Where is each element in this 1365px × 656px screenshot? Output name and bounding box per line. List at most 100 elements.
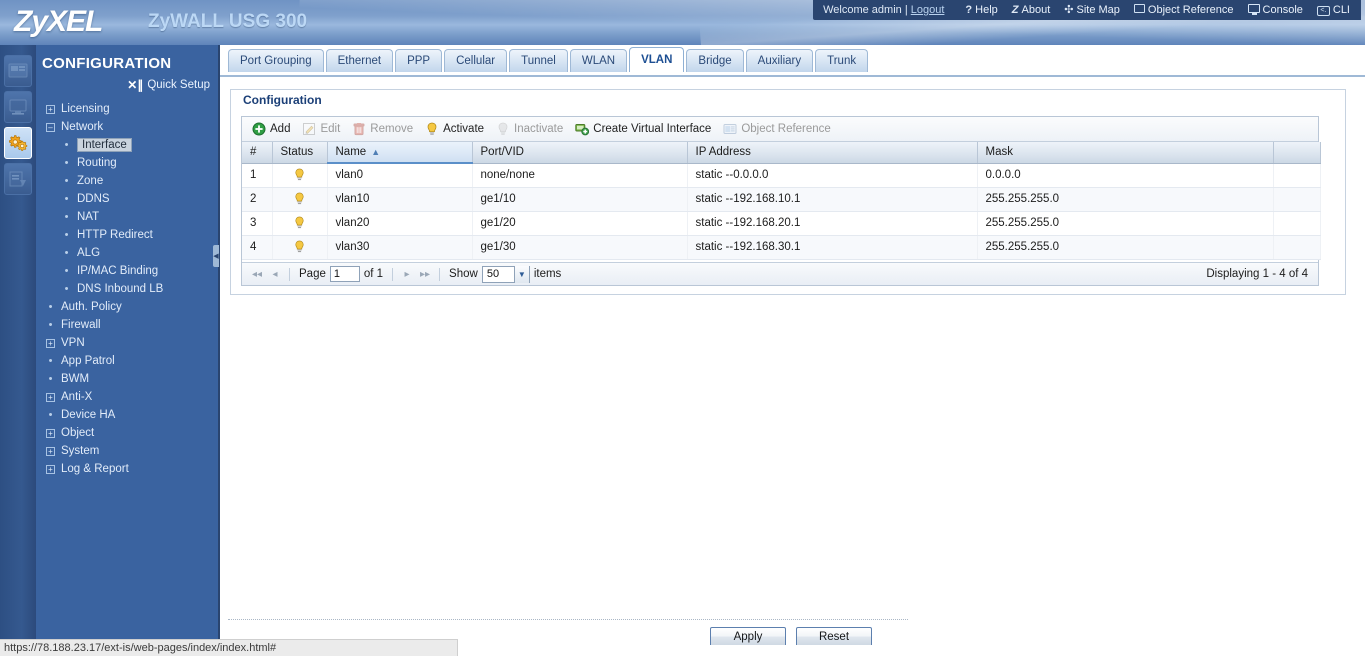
object-reference-button[interactable]: Object Reference xyxy=(1127,4,1241,16)
sidebar-item-http-redirect[interactable]: • HTTP Redirect xyxy=(36,226,220,244)
table-pagination: ◂◂ ◂ Page of 1 ▸ ▸▸ Show 50 ▼ items Disp… xyxy=(242,262,1318,285)
tab-port-grouping[interactable]: Port Grouping xyxy=(228,49,324,72)
cell-ip-address: static --192.168.10.1 xyxy=(687,187,978,212)
logout-link[interactable]: Logout xyxy=(911,4,945,16)
expand-plus-icon[interactable]: + xyxy=(46,428,55,438)
column-header-name[interactable]: Name ▲ xyxy=(327,142,473,164)
sidebar-item-object[interactable]: + Object xyxy=(36,424,220,442)
inactivate-button: Inactivate xyxy=(492,119,571,140)
product-name: ZyWALL USG 300 xyxy=(148,11,308,32)
sidebar-item-dns-inbound-lb[interactable]: • DNS Inbound LB xyxy=(36,280,220,298)
tab-ethernet[interactable]: Ethernet xyxy=(325,49,394,72)
tab-vlan[interactable]: VLAN xyxy=(629,47,685,72)
pager-divider-2 xyxy=(392,267,394,281)
about-button[interactable]: Z About xyxy=(1005,4,1057,16)
status-active-bulb-icon xyxy=(295,168,304,181)
sort-ascending-icon: ▲ xyxy=(371,147,381,157)
tab-ppp[interactable]: PPP xyxy=(395,49,443,72)
activate-button[interactable]: Activate xyxy=(421,119,492,140)
column-header-mask[interactable]: Mask xyxy=(977,142,1274,164)
sidebar-item-anti-x[interactable]: + Anti-X xyxy=(36,388,220,406)
sidebar-item-vpn[interactable]: + VPN xyxy=(36,334,220,352)
help-button[interactable]: ? Help xyxy=(958,4,1004,16)
create-virtual-interface-button[interactable]: Create Virtual Interface xyxy=(571,119,719,140)
tab-cellular[interactable]: Cellular xyxy=(444,49,508,72)
sidebar-item-system[interactable]: + System xyxy=(36,442,220,460)
toolbar-button-label: Object Reference xyxy=(741,123,831,135)
top-navigation: Welcome admin | Logout ? Help Z About ✣ … xyxy=(813,0,1361,20)
column-label-num: # xyxy=(250,146,257,159)
bullet-icon: • xyxy=(48,355,53,367)
cell-ip-address: static --192.168.30.1 xyxy=(687,235,978,260)
last-page-button[interactable]: ▸▸ xyxy=(416,265,434,283)
reset-button[interactable]: Reset xyxy=(796,627,872,647)
sidebar-item-auth-policy[interactable]: • Auth. Policy xyxy=(36,298,220,316)
next-page-button[interactable]: ▸ xyxy=(398,265,416,283)
edit-icon xyxy=(303,123,316,135)
sidebar-item-firewall[interactable]: • Firewall xyxy=(36,316,220,334)
cell-name: vlan10 xyxy=(327,187,473,212)
site-map-button[interactable]: ✣ Site Map xyxy=(1057,4,1127,16)
browser-status-bar: https://78.188.23.17/ext-is/web-pages/in… xyxy=(0,639,458,656)
console-button[interactable]: Console xyxy=(1241,4,1310,16)
table-row[interactable]: 4 vlan30 ge1/30 static --192.168.30.1 255.25… xyxy=(242,235,1321,260)
sidebar-item-alg[interactable]: • ALG xyxy=(36,244,220,262)
sidebar-item-interface[interactable]: • Interface xyxy=(36,136,220,154)
sidebar-collapse-handle[interactable]: ◀ xyxy=(213,245,219,267)
cell-portvid: ge1/20 xyxy=(472,211,688,236)
apply-button[interactable]: Apply xyxy=(710,627,786,647)
rail-button-dashboard[interactable] xyxy=(4,55,32,87)
tab-wlan[interactable]: WLAN xyxy=(569,49,628,72)
add-button[interactable]: Add xyxy=(248,119,298,140)
first-page-button[interactable]: ◂◂ xyxy=(248,265,266,283)
column-label-status: Status xyxy=(280,146,314,159)
sidebar-item-app-patrol[interactable]: • App Patrol xyxy=(36,352,220,370)
expand-plus-icon[interactable]: + xyxy=(46,392,55,402)
sidebar-item-routing[interactable]: • Routing xyxy=(36,154,220,172)
sidebar-item-bwm[interactable]: • BWM xyxy=(36,370,220,388)
sidebar-item-log-report[interactable]: + Log & Report xyxy=(36,460,220,478)
rail-button-monitor[interactable] xyxy=(4,91,32,123)
toolbar-button-label: Create Virtual Interface xyxy=(593,123,712,135)
tab-trunk[interactable]: Trunk xyxy=(815,49,869,72)
sidebar-item-label: ALG xyxy=(77,247,101,259)
rail-button-maintenance[interactable] xyxy=(4,163,32,195)
collapse-minus-icon[interactable]: – xyxy=(46,122,55,132)
tab-auxiliary[interactable]: Auxiliary xyxy=(745,49,814,72)
console-label: Console xyxy=(1262,4,1303,16)
cli-button[interactable]: <. CLI xyxy=(1310,4,1357,16)
table-row[interactable]: 1 vlan0 none/none static --0.0.0.0 0.0.0.0 xyxy=(242,163,1321,188)
quick-setup-button[interactable]: ✕∥ Quick Setup xyxy=(127,78,210,92)
sidebar-item-ip-mac-binding[interactable]: • IP/MAC Binding xyxy=(36,262,220,280)
column-header-ip[interactable]: IP Address xyxy=(687,142,978,164)
tab-bridge[interactable]: Bridge xyxy=(686,49,744,72)
sidebar-item-nat[interactable]: • NAT xyxy=(36,208,220,226)
sidebar-item-device-ha[interactable]: • Device HA xyxy=(36,406,220,424)
tab-label: Trunk xyxy=(827,55,857,67)
expand-plus-icon[interactable]: + xyxy=(46,464,55,474)
sidebar-item-zone[interactable]: • Zone xyxy=(36,172,220,190)
expand-plus-icon[interactable]: + xyxy=(46,338,55,348)
column-header-status[interactable]: Status xyxy=(272,142,328,164)
sidebar-item-licensing[interactable]: + Licensing xyxy=(36,100,220,118)
expand-plus-icon[interactable]: + xyxy=(46,104,55,114)
column-label-portvid: Port/VID xyxy=(480,146,524,159)
expand-plus-icon[interactable]: + xyxy=(46,446,55,456)
sidebar-item-ddns[interactable]: • DDNS xyxy=(36,190,220,208)
column-header-num[interactable]: # xyxy=(242,142,273,164)
tab-tunnel[interactable]: Tunnel xyxy=(509,49,568,72)
panel-title: Configuration xyxy=(243,93,322,107)
sidebar-item-label: Auth. Policy xyxy=(61,301,122,313)
table-row[interactable]: 3 vlan20 ge1/20 static --192.168.20.1 255.25… xyxy=(242,211,1321,236)
zyxel-logo: ZyXEL xyxy=(14,5,103,38)
tab-label: Bridge xyxy=(698,55,732,67)
cell-status xyxy=(272,211,328,236)
sidebar-item-network[interactable]: – Network xyxy=(36,118,220,136)
prev-page-button[interactable]: ◂ xyxy=(266,265,284,283)
main-content: Configuration Add Edit Remove Activate Inact… xyxy=(222,77,1365,645)
column-header-portvid[interactable]: Port/VID xyxy=(472,142,688,164)
page-number-input[interactable] xyxy=(329,266,360,282)
rail-button-configuration[interactable] xyxy=(4,127,32,159)
table-row[interactable]: 2 vlan10 ge1/10 static --192.168.10.1 255.25… xyxy=(242,187,1321,212)
page-size-select[interactable]: 50 ▼ xyxy=(481,265,530,283)
